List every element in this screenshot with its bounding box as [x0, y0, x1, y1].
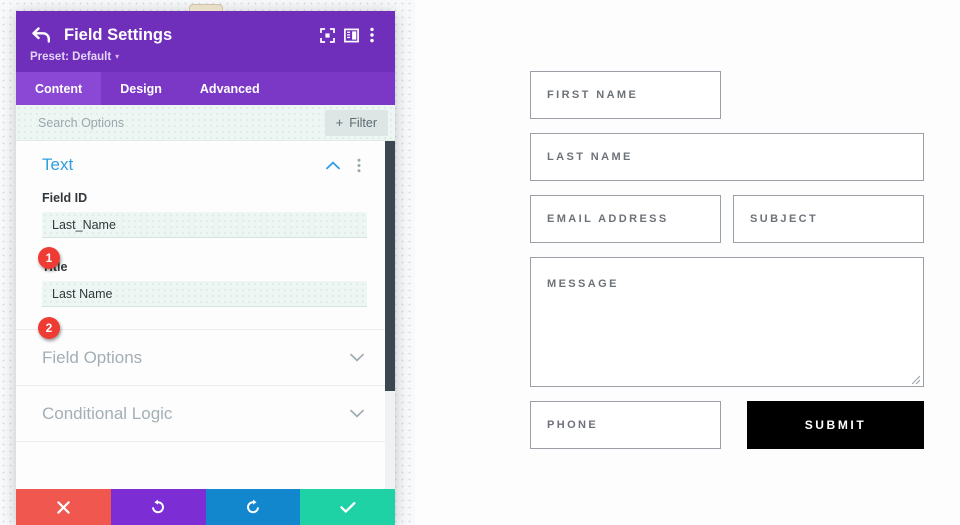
field-first-name[interactable]: FIRST NAME — [530, 71, 721, 119]
field-phone[interactable]: PHONE — [530, 401, 721, 449]
modal-scrollbar-thumb[interactable] — [385, 141, 395, 391]
contact-form: FIRST NAME LAST NAME EMAIL ADDRESS SUBJE… — [530, 71, 924, 449]
field-first-name-label: FIRST NAME — [547, 89, 639, 101]
chevron-up-icon[interactable] — [323, 160, 343, 170]
panel-layout-icon[interactable] — [339, 24, 363, 46]
chevron-down-icon: ▾ — [115, 52, 120, 61]
field-email-address-label: EMAIL ADDRESS — [547, 213, 669, 225]
modal-scroll-region: Text Field ID Last_Name Last Name Field … — [16, 141, 385, 489]
save-changes-button[interactable] — [300, 489, 395, 525]
preset-label: Preset: Default — [30, 51, 112, 63]
filter-button[interactable]: + Filter — [324, 109, 388, 136]
field-row-phone-submit: PHONE SUBMIT — [530, 401, 924, 449]
page-title: Field Settings — [64, 25, 173, 44]
option-field-id: Field ID — [42, 191, 367, 238]
discard-changes-button[interactable] — [16, 489, 111, 525]
reset-defaults-button[interactable] — [110, 489, 206, 525]
preset-selector[interactable]: Preset: Default ▾ — [30, 51, 381, 63]
field-subject[interactable]: SUBJECT — [733, 195, 924, 243]
tab-design[interactable]: Design — [101, 72, 181, 105]
section-field-options[interactable]: Field Options — [16, 330, 385, 386]
filter-button-label: Filter — [349, 115, 377, 130]
section-text-title: Text — [42, 155, 74, 174]
field-id-input[interactable] — [42, 212, 367, 238]
callout-badge-2: 2 — [38, 317, 60, 339]
callout-badge-1: 1 — [38, 247, 60, 269]
section-field-options-title: Field Options — [42, 347, 143, 367]
field-message-label: MESSAGE — [547, 278, 619, 290]
vertical-dots-icon[interactable] — [363, 24, 381, 46]
chevron-down-icon[interactable] — [347, 353, 367, 362]
resize-grip-icon[interactable] — [911, 375, 921, 385]
title-input[interactable] — [42, 281, 367, 307]
option-field-id-label: Field ID — [42, 191, 88, 205]
field-row-email-subject: EMAIL ADDRESS SUBJECT — [530, 195, 924, 257]
modal-action-bar — [16, 489, 395, 525]
field-subject-label: SUBJECT — [750, 213, 819, 225]
modal-header-row: Field Settings — [30, 24, 381, 46]
plus-icon: + — [335, 115, 344, 130]
submit-button[interactable]: SUBMIT — [747, 401, 924, 449]
field-last-name[interactable]: LAST NAME — [530, 133, 924, 181]
field-last-name-label: LAST NAME — [547, 151, 633, 163]
modal-header: Field Settings Preset: Default ▾ — [16, 11, 395, 72]
modal-tab-bar: Content Design Advanced — [16, 72, 395, 105]
modal-scrollbar-track[interactable] — [385, 141, 395, 489]
back-arrow-icon[interactable] — [30, 24, 52, 46]
field-settings-modal: Field Settings Preset: Default ▾ Content… — [16, 4, 395, 525]
modal-body: Text Field ID Last_Name Last Name Field … — [16, 141, 395, 489]
tab-content[interactable]: Content — [16, 72, 102, 105]
focus-target-icon[interactable] — [315, 24, 339, 46]
section-conditional-logic[interactable]: Conditional Logic — [16, 386, 385, 442]
section-options-dots-icon[interactable] — [351, 158, 367, 173]
section-text: Text Field ID Last_Name Last Name — [16, 141, 385, 330]
redo-button[interactable] — [205, 489, 301, 525]
option-title: Title — [42, 260, 367, 307]
search-options-bar: + Filter — [16, 105, 395, 141]
chevron-down-icon[interactable] — [347, 409, 367, 418]
search-input[interactable] — [38, 115, 325, 130]
field-phone-label: PHONE — [547, 419, 599, 431]
field-email-address[interactable]: EMAIL ADDRESS — [530, 195, 721, 243]
section-conditional-logic-title: Conditional Logic — [42, 403, 173, 423]
section-text-header[interactable]: Text — [42, 155, 367, 175]
option-title-label: Title — [42, 260, 367, 274]
field-message[interactable]: MESSAGE — [530, 257, 924, 387]
tab-advanced[interactable]: Advanced — [181, 72, 279, 105]
